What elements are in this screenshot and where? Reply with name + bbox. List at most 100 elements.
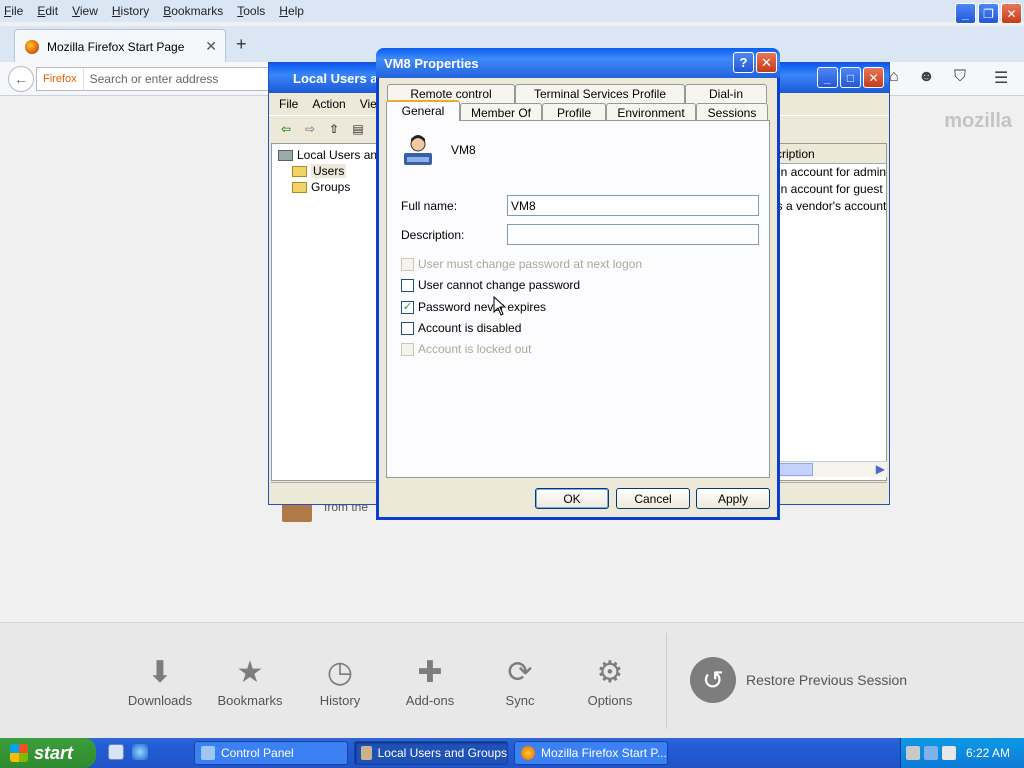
account-locked-out-checkbox[interactable]: Account is locked out [401,342,531,356]
checkbox-box[interactable] [401,278,414,292]
smiley-icon[interactable]: ☻ [918,68,935,86]
show-hide-tree-icon[interactable]: ▤ [349,120,367,138]
downloads-label: Downloads [127,693,193,708]
checkmark-icon[interactable]: ✓ [401,300,414,314]
tab-general[interactable]: General [386,100,460,121]
table-row[interactable]: is a vendor's account [770,198,886,215]
menu-help[interactable]: Help [279,4,304,18]
downloads-launcher[interactable]: ⬇ Downloads [125,653,195,708]
clock: 6:22 AM [965,746,1010,760]
dialog-titlebar[interactable]: VM8 Properties [376,48,780,78]
lusrmgr-maximize-button[interactable]: □ [840,67,861,88]
bookmarks-launcher[interactable]: ★ Bookmarks [215,653,285,708]
download-icon: ⬇ [147,656,173,689]
addons-launcher[interactable]: ✚ Add-ons [395,653,465,708]
safely-remove-icon[interactable] [941,746,956,760]
lusrmgr-menu-file[interactable]: File [279,97,298,111]
must-change-password-checkbox[interactable]: User must change password at next logon [401,257,642,271]
history-label: History [319,693,361,708]
internet-explorer-icon[interactable] [132,744,148,760]
console-tree: Local Users and Users Groups [271,143,384,481]
mouse-cursor-icon [493,296,507,316]
star-icon: ★ [236,656,264,689]
back-arrow-icon[interactable]: ← [8,66,34,92]
options-launcher[interactable]: ⚙ Options [575,653,645,708]
restore-label: Restore Previous Session [746,672,908,688]
new-tab-icon[interactable]: + [236,34,247,55]
control-panel-icon [201,746,215,760]
account-disabled-checkbox[interactable]: Account is disabled [401,321,521,335]
taskbar-item-firefox[interactable]: Mozilla Firefox Start P... [514,741,668,765]
full-name-field[interactable] [507,195,759,216]
mozilla-logo: mozilla [944,110,1012,132]
scroll-right-icon[interactable]: ▶ [876,462,885,476]
description-column-header[interactable]: cription [770,144,886,164]
start-label: start [34,742,74,763]
password-never-expires-checkbox[interactable]: ✓ Password never expires [401,300,546,314]
ok-button[interactable]: OK [535,488,609,509]
firefox-identity-label: Firefox [37,68,84,90]
tab-title: Mozilla Firefox Start Page [47,39,185,54]
show-desktop-icon[interactable] [108,744,124,760]
menu-history[interactable]: History [112,4,149,18]
history-launcher[interactable]: ◷ History [305,653,375,708]
lusrmgr-menu-action[interactable]: Action [312,97,345,111]
tree-users[interactable]: Users [292,164,347,178]
menu-bookmarks[interactable]: Bookmarks [163,4,223,18]
up-folder-icon[interactable]: ⇧ [325,120,343,138]
table-row[interactable]: -in account for adminis [770,164,886,181]
url-bar[interactable]: Firefox Search or enter address [36,67,276,91]
forward-arrow-icon[interactable]: ⇨ [301,120,319,138]
puzzle-icon: ✚ [417,656,443,689]
firefox-maximize-button[interactable]: ❐ [978,3,999,24]
checkbox-box[interactable] [401,257,414,271]
computer-icon [278,149,293,161]
checkbox-box[interactable] [401,342,414,356]
user-account-icon [404,135,432,165]
cancel-button[interactable]: Cancel [616,488,690,509]
taskbar-item-local-users-groups[interactable]: Local Users and Groups [354,741,508,765]
firefox-close-button[interactable]: ✕ [1001,3,1022,24]
start-button[interactable]: start [0,738,96,768]
restore-session-button[interactable]: ↺ Restore Previous Session [690,657,907,703]
menu-file[interactable]: File [4,4,23,18]
lusrmgr-title: Local Users an [293,70,386,86]
divider [401,177,757,178]
help-button[interactable]: ? [733,52,754,73]
cannot-change-password-checkbox[interactable]: User cannot change password [401,278,580,292]
menu-edit[interactable]: Edit [37,4,58,18]
home-icon[interactable]: ⌂ [889,68,899,86]
dialog-title: VM8 Properties [384,55,479,71]
tree-users-label: Users [311,164,347,178]
firefox-minimize-button[interactable]: _ [955,3,976,24]
windows-logo-icon [10,744,28,762]
network-icon[interactable] [905,746,920,760]
apply-button[interactable]: Apply [696,488,770,509]
tab-dial-in[interactable]: Dial-in [685,84,767,103]
options-label: Options [587,693,633,708]
pocket-icon[interactable]: ⛉ [954,68,966,86]
menu-view[interactable]: View [72,4,98,18]
browser-tab[interactable]: Mozilla Firefox Start Page ✕ [14,29,226,63]
menu-tools[interactable]: Tools [237,4,265,18]
table-row[interactable]: -in account for guest a [770,181,886,198]
back-arrow-icon[interactable]: ⇦ [277,120,295,138]
horizontal-scrollbar[interactable]: ▶ [769,461,887,477]
task-label: Control Panel [221,746,294,760]
cannot-change-password-label: User cannot change password [418,278,581,292]
dialog-close-button[interactable]: ✕ [756,52,777,73]
lusrmgr-minimize-button[interactable]: _ [817,67,838,88]
tree-groups[interactable]: Groups [292,180,350,194]
tab-terminal-services-profile[interactable]: Terminal Services Profile [515,84,685,103]
addons-label: Add-ons [405,693,455,708]
taskbar-item-control-panel[interactable]: Control Panel [194,741,348,765]
hamburger-menu-icon[interactable]: ☰ [994,68,1008,88]
sync-launcher[interactable]: ⟳ Sync [485,653,555,708]
lusrmgr-close-button[interactable]: ✕ [863,67,884,88]
checkbox-box[interactable] [401,321,414,335]
tab-close-icon[interactable]: ✕ [205,38,217,55]
monitor-icon[interactable] [923,746,938,760]
tree-root[interactable]: Local Users and [278,148,384,162]
password-never-expires-label: Password never expires [418,300,547,314]
description-field[interactable] [507,224,759,245]
